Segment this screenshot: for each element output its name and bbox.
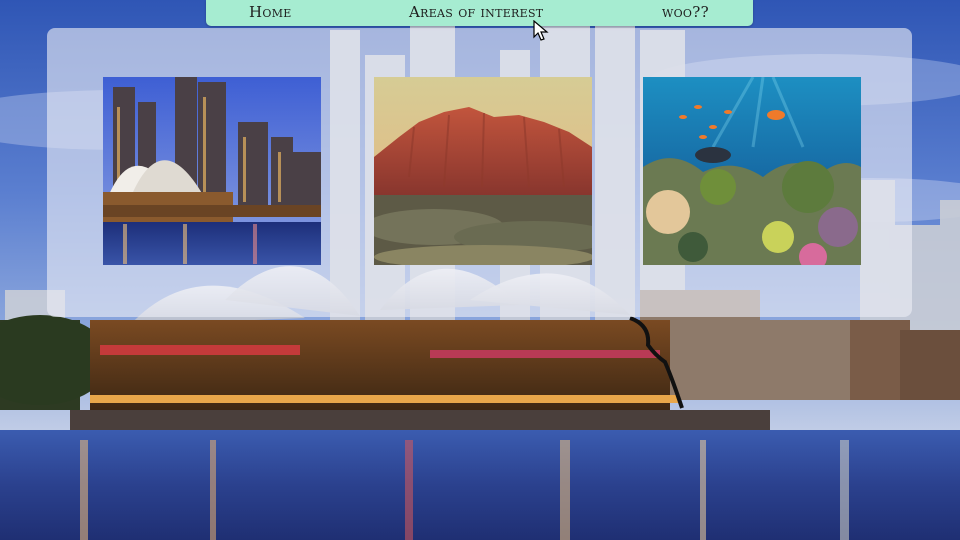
coral-reef-image: [643, 77, 861, 265]
mouse-cursor-icon: [533, 20, 549, 41]
red-mountain-range-image: [374, 77, 592, 265]
gallery-card-reef[interactable]: [643, 77, 861, 265]
gallery-card-mountains[interactable]: [374, 77, 592, 265]
sydney-opera-house-image: [103, 77, 321, 265]
gallery-card-sydney[interactable]: [103, 77, 321, 265]
top-navigation-bar: Home Areas of interest woo??: [206, 0, 753, 26]
nav-areas-of-interest-link[interactable]: Areas of interest: [409, 3, 543, 21]
nav-home-link[interactable]: Home: [249, 3, 292, 21]
nav-woo-link[interactable]: woo??: [662, 3, 709, 21]
